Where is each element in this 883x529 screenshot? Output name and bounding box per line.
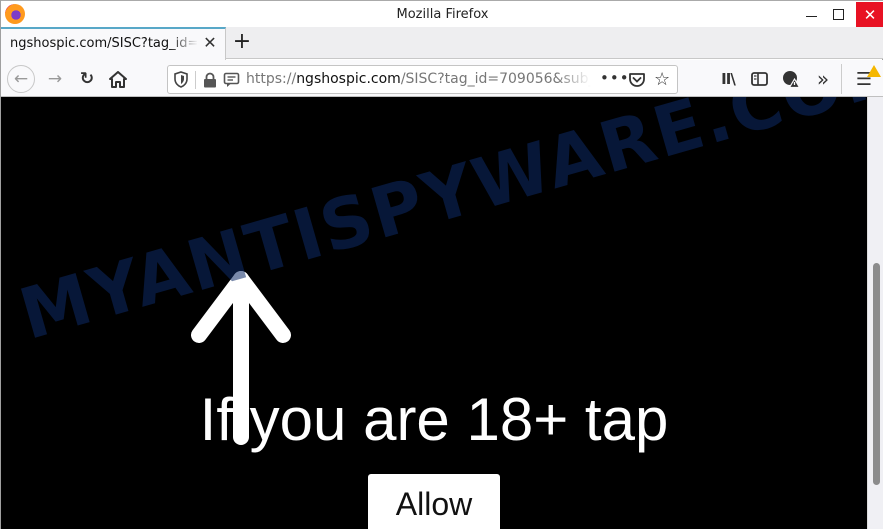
tracking-shield-icon[interactable] (174, 71, 188, 88)
home-button[interactable] (105, 66, 131, 92)
forward-button[interactable]: → (42, 66, 68, 92)
scrollbar-thumb[interactable] (873, 263, 880, 485)
tab-title: ngshospic.com/SISC?tag_id=709056&sub_id (10, 36, 198, 51)
close-icon: ✕ (863, 5, 877, 24)
url-text[interactable]: https://ngshospic.com/SISC?tag_id=709056… (246, 71, 591, 87)
overflow-menu-button[interactable]: » (812, 67, 834, 91)
home-icon (109, 70, 127, 88)
notification-permission-icon[interactable] (223, 72, 240, 88)
tab-active[interactable]: ngshospic.com/SISC?tag_id=709056&sub_id … (1, 27, 226, 60)
bookmark-star-button[interactable]: ☆ (654, 69, 670, 90)
minimize-icon (806, 15, 817, 17)
new-tab-button[interactable]: + (230, 29, 254, 55)
url-bar[interactable]: https://ngshospic.com/SISC?tag_id=709056… (167, 65, 678, 94)
toolbar-separator (841, 64, 842, 94)
globe-warning-icon (783, 71, 800, 88)
page-actions-button[interactable]: ••• (600, 69, 630, 87)
url-host: ngshospic.com (296, 71, 401, 87)
pocket-icon[interactable] (628, 71, 646, 89)
url-path: /SISC?tag_id=709056&sub_id (400, 71, 591, 87)
lock-icon[interactable] (203, 72, 217, 88)
maximize-button[interactable] (823, 2, 854, 27)
tab-close-button[interactable]: ✕ (201, 34, 219, 52)
url-separator (195, 71, 196, 89)
sidebar-button[interactable] (748, 68, 770, 90)
library-button[interactable]: II\ (717, 68, 739, 90)
age-prompt-headline: If you are 18+ tap (199, 386, 669, 453)
title-bar: Mozilla Firefox ✕ (1, 0, 883, 27)
allow-button[interactable]: Allow (368, 474, 500, 529)
update-warning-icon (867, 65, 881, 77)
url-scheme: https:// (246, 71, 297, 87)
page-content: If you are 18+ tap Allow MYANTISPYWARE.C… (1, 97, 867, 529)
navigation-toolbar: ← → ↻ https://ngshospic.com/SISC?tag_id=… (1, 60, 883, 97)
close-window-button[interactable]: ✕ (856, 2, 883, 27)
page-scrollbar[interactable] (867, 97, 883, 529)
sidebar-icon (750, 72, 768, 86)
tab-strip: ngshospic.com/SISC?tag_id=709056&sub_id … (1, 27, 883, 60)
maximize-icon (833, 9, 844, 20)
browser-window: Mozilla Firefox ✕ ngshospic.com/SISC?tag… (0, 0, 883, 529)
privacy-warning-button[interactable] (780, 68, 802, 90)
watermark-text: MYANTISPYWARE.COM (11, 97, 867, 356)
window-title: Mozilla Firefox (396, 7, 489, 22)
back-button[interactable]: ← (7, 65, 35, 93)
reload-button[interactable]: ↻ (74, 66, 100, 92)
